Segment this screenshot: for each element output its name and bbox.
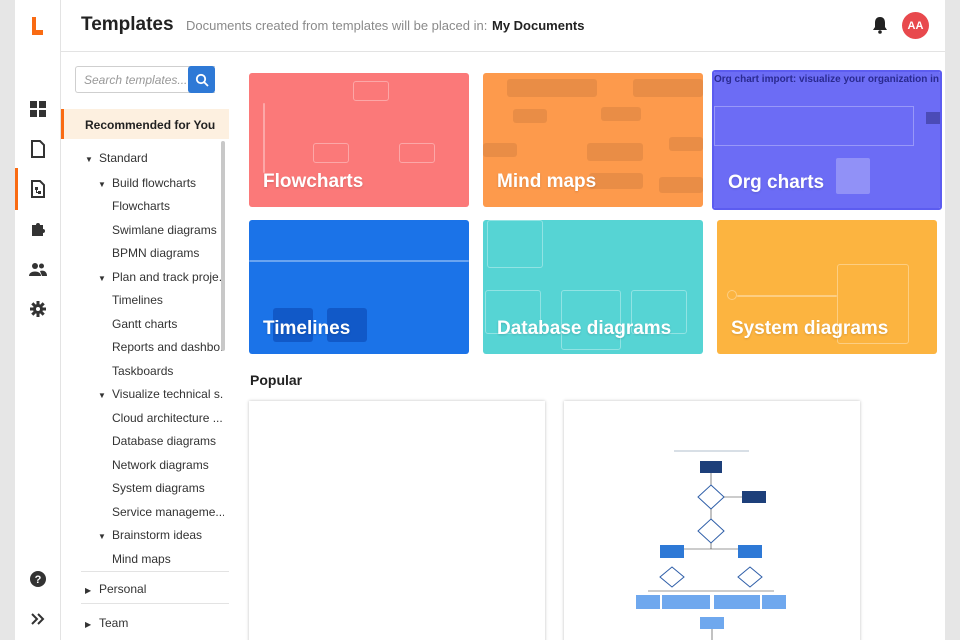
template-sidebar: Search templates... Recommended for You … <box>61 53 241 640</box>
templates-gallery: Flowcharts Mind maps Org chart import: v… <box>241 53 945 640</box>
tree-item-mindmaps[interactable]: Mind maps <box>112 552 171 566</box>
avatar[interactable]: AA <box>902 12 929 39</box>
category-card-timelines[interactable]: Timelines <box>249 220 469 354</box>
settings-icon[interactable] <box>27 298 49 320</box>
page-title: Templates <box>81 14 174 35</box>
bell-icon[interactable] <box>871 16 889 34</box>
logo-icon[interactable] <box>30 17 44 35</box>
divider <box>81 603 229 604</box>
page-header: Templates Documents created from templat… <box>61 0 945 52</box>
popular-template-card[interactable] <box>249 401 545 640</box>
dashboard-icon[interactable] <box>27 98 49 120</box>
card-thumbnail-shape <box>249 260 469 262</box>
card-label: Org charts <box>728 172 825 193</box>
tree-label: Personal <box>99 582 147 596</box>
card-label: Flowcharts <box>263 171 364 192</box>
category-card-mind-maps[interactable]: Mind maps <box>483 73 703 207</box>
tree-label: Team <box>99 616 129 630</box>
tree-label: Brainstorm ideas <box>112 528 203 542</box>
tree-label: Standard <box>99 151 148 165</box>
rail-active-indicator <box>15 168 18 210</box>
search-icon <box>195 73 209 87</box>
caret-down-icon: ▼ <box>98 274 106 283</box>
card-thumbnail-shape <box>483 143 517 157</box>
category-card-system-diagrams[interactable]: System diagrams <box>717 220 937 354</box>
tree-item-visualize[interactable]: ▼ Visualize technical s... <box>98 387 223 401</box>
left-rail: ? <box>15 0 61 640</box>
tree-label: Build flowcharts <box>112 176 197 190</box>
tree-item-timelines[interactable]: Timelines <box>112 293 163 307</box>
category-card-database-diagrams[interactable]: Database diagrams <box>483 220 703 354</box>
tree-item-gantt[interactable]: Gantt charts <box>112 317 177 331</box>
tree-item-bpmn[interactable]: BPMN diagrams <box>112 246 199 260</box>
tree-item-brainstorm[interactable]: ▼ Brainstorm ideas <box>98 528 202 542</box>
search-button[interactable] <box>188 66 215 93</box>
tree-item-build-flowcharts[interactable]: ▼ Build flowcharts <box>98 176 196 190</box>
caret-down-icon: ▼ <box>98 391 106 400</box>
tree-item-cloud[interactable]: Cloud architecture ... <box>112 411 224 425</box>
card-thumbnail-shape <box>263 103 265 173</box>
caret-right-icon: ▶ <box>85 620 92 629</box>
tree-item-team[interactable]: ▶ Team <box>85 616 128 630</box>
card-thumbnail-shape <box>507 79 597 97</box>
card-banner-text: Org chart import: visualize your organiz… <box>714 74 942 85</box>
tree-item-database[interactable]: Database diagrams <box>112 434 216 448</box>
team-icon[interactable] <box>27 258 49 280</box>
divider <box>81 571 229 572</box>
destination-folder[interactable]: My Documents <box>492 18 584 33</box>
svg-text:?: ? <box>35 574 42 586</box>
caret-down-icon: ▼ <box>98 180 106 189</box>
tree-item-personal[interactable]: ▶ Personal <box>85 582 146 596</box>
card-thumbnail-shape <box>727 290 737 300</box>
card-thumbnail-shape <box>601 107 641 121</box>
card-thumbnail-shape <box>737 295 837 297</box>
card-thumbnail-shape <box>513 109 547 123</box>
tree-item-standard[interactable]: ▼ Standard <box>85 151 148 165</box>
caret-right-icon: ▶ <box>85 586 92 595</box>
card-label: System diagrams <box>731 318 889 339</box>
card-thumbnail-shape <box>587 143 643 161</box>
tree-item-system[interactable]: System diagrams <box>112 481 205 495</box>
integrations-icon[interactable] <box>27 218 49 240</box>
sidebar-item-recommended[interactable]: Recommended for You <box>61 109 229 139</box>
caret-down-icon: ▼ <box>85 155 93 164</box>
card-label: Timelines <box>263 318 351 339</box>
tree-item-reports[interactable]: Reports and dashbo... <box>112 340 224 354</box>
help-icon[interactable]: ? <box>27 568 49 590</box>
category-card-org-charts[interactable]: Org chart import: visualize your organiz… <box>712 70 942 210</box>
sidebar-scrollbar[interactable] <box>221 141 225 351</box>
card-label: Mind maps <box>497 171 597 192</box>
tree-label: Plan and track proje... <box>112 270 223 284</box>
card-thumbnail-shape <box>487 220 543 268</box>
card-thumbnail-shape <box>589 173 643 189</box>
tree-item-taskboards[interactable]: Taskboards <box>112 364 173 378</box>
card-thumbnail-shape <box>313 143 349 163</box>
card-thumbnail-shape <box>659 177 703 193</box>
popular-template-card[interactable] <box>564 401 860 640</box>
card-label: Database diagrams <box>497 318 672 339</box>
document-icon[interactable] <box>27 138 49 160</box>
app-window: ? Templates Documents created from templ… <box>15 0 945 640</box>
card-thumbnail-shape <box>714 106 914 146</box>
templates-icon[interactable] <box>27 178 49 200</box>
category-card-flowcharts[interactable]: Flowcharts <box>249 73 469 207</box>
card-thumbnail-shape <box>399 143 435 163</box>
destination-caption: Documents created from templates will be… <box>186 18 488 33</box>
tree-item-flowcharts[interactable]: Flowcharts <box>112 199 170 213</box>
tree-item-plan-track[interactable]: ▼ Plan and track proje... <box>98 270 223 284</box>
card-thumbnail-shape <box>633 79 703 97</box>
expand-icon[interactable] <box>27 608 49 630</box>
card-thumbnail-shape <box>353 81 389 101</box>
card-thumbnail-shape <box>926 112 940 124</box>
card-thumbnail-shape <box>836 158 870 194</box>
card-thumbnail-shape <box>669 137 703 151</box>
tree-item-network[interactable]: Network diagrams <box>112 458 209 472</box>
tree-label: Visualize technical s... <box>112 387 223 401</box>
flowchart-thumbnail <box>636 450 786 640</box>
section-heading-popular: Popular <box>250 372 303 388</box>
caret-down-icon: ▼ <box>98 532 106 541</box>
tree-item-service[interactable]: Service manageme... <box>112 505 224 519</box>
tree-item-swimlane[interactable]: Swimlane diagrams <box>112 223 217 237</box>
